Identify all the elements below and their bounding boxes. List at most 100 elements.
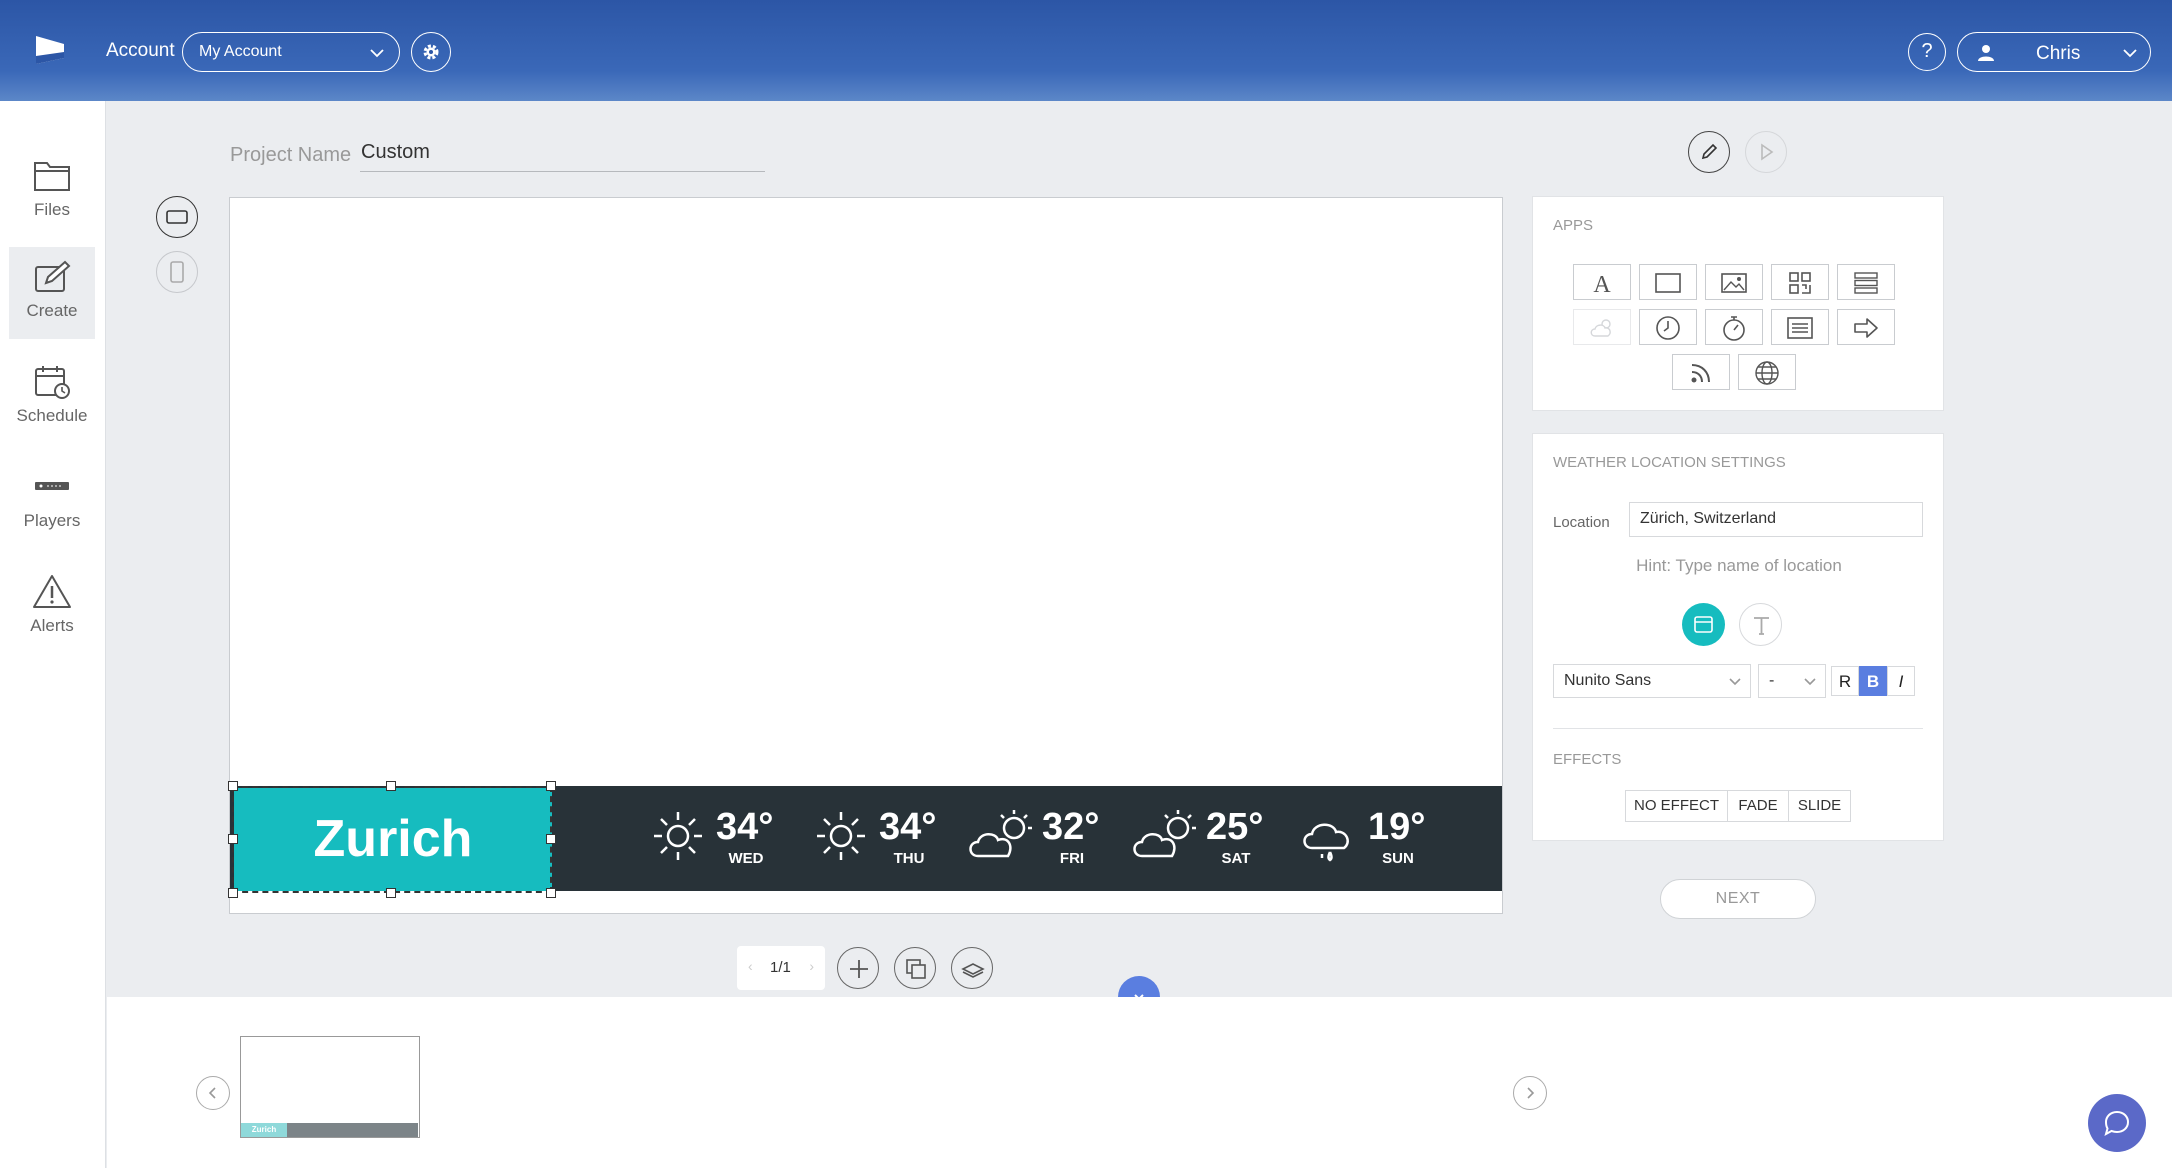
- forecast-day-name: THU: [893, 850, 925, 867]
- sun-icon: [817, 812, 865, 860]
- page-thumbnail[interactable]: Zurich: [240, 1036, 420, 1138]
- sidebar-item-files[interactable]: Files: [9, 146, 95, 238]
- chevron-left-icon: [208, 1087, 216, 1099]
- app-list-button[interactable]: [1837, 264, 1895, 300]
- qr-code-icon: [1789, 272, 1811, 294]
- edit-mode-button[interactable]: [1688, 131, 1730, 173]
- weather-settings-panel: WEATHER LOCATION SETTINGS Location Züric…: [1532, 433, 1944, 841]
- app-weather-button[interactable]: [1573, 309, 1631, 345]
- forecast-day-name: WED: [728, 850, 764, 867]
- forecast-day: 19° SUN: [1300, 798, 1440, 878]
- duplicate-page-button[interactable]: [894, 947, 936, 989]
- forecast-temp: 32°: [1042, 806, 1100, 848]
- app-text-button[interactable]: A: [1573, 264, 1631, 300]
- globe-icon: [1755, 361, 1779, 385]
- forecast-temp: 34°: [879, 806, 937, 848]
- location-hint: Hint: Type name of location: [1636, 556, 1842, 575]
- project-name-input[interactable]: Custom: [360, 141, 765, 172]
- style-icon-button[interactable]: [1682, 603, 1725, 646]
- top-bar: Account My Account ? Chris: [0, 0, 2172, 101]
- resize-handle[interactable]: [546, 781, 556, 791]
- logo-icon[interactable]: [30, 30, 70, 70]
- strip-prev-button[interactable]: [196, 1076, 230, 1110]
- forecast-temp: 19°: [1368, 806, 1426, 848]
- strip-next-button[interactable]: [1513, 1076, 1547, 1110]
- weather-icon: [1590, 319, 1611, 337]
- bold-button[interactable]: B: [1859, 666, 1887, 696]
- layers-button[interactable]: [951, 947, 993, 989]
- italic-button[interactable]: I: [1887, 666, 1915, 696]
- resize-handle[interactable]: [228, 888, 238, 898]
- folder-icon: [34, 162, 70, 191]
- sidebar: Files Create Schedule Players Alerts: [0, 101, 106, 1168]
- help-button[interactable]: ?: [1908, 33, 1946, 71]
- location-label: Location: [1553, 514, 1610, 531]
- landscape-button[interactable]: [156, 196, 198, 238]
- chat-button[interactable]: [2088, 1094, 2146, 1152]
- player-icon: [35, 482, 69, 490]
- page-number: 1/1: [770, 959, 791, 976]
- sidebar-item-players[interactable]: Players: [9, 457, 95, 549]
- sidebar-item-create[interactable]: Create: [9, 247, 95, 339]
- partly-cloudy-icon: [1133, 810, 1196, 858]
- arrow-right-icon: [1854, 318, 1878, 338]
- user-menu[interactable]: Chris: [1957, 32, 2151, 72]
- effect-slide-button[interactable]: SLIDE: [1788, 790, 1851, 822]
- sidebar-item-schedule[interactable]: Schedule: [9, 352, 95, 444]
- effects-title: EFFECTS: [1553, 751, 1622, 768]
- plus-icon: [850, 960, 868, 978]
- next-page-button[interactable]: ›: [809, 958, 814, 974]
- font-family-select[interactable]: Nunito Sans: [1553, 664, 1751, 698]
- text-style-icon: [1754, 617, 1769, 635]
- text-block-icon: [1787, 317, 1813, 339]
- thumbnail-city: Zurich: [241, 1123, 287, 1137]
- sidebar-item-label: Alerts: [30, 616, 74, 635]
- app-clock-button[interactable]: [1639, 309, 1697, 345]
- apps-panel: APPS A: [1532, 196, 1944, 411]
- app-image-button[interactable]: [1705, 264, 1763, 300]
- chevron-down-icon: [369, 45, 385, 61]
- rss-icon: [1691, 364, 1710, 383]
- location-input[interactable]: Zürich, Switzerland: [1629, 502, 1923, 537]
- account-select[interactable]: My Account: [182, 32, 400, 72]
- text-icon: A: [1593, 272, 1611, 296]
- resize-handle[interactable]: [386, 781, 396, 791]
- portrait-icon: [170, 261, 184, 283]
- resize-handle[interactable]: [228, 834, 238, 844]
- forecast-temp: 25°: [1206, 806, 1264, 848]
- design-canvas[interactable]: Zurich 34° WED 34° THU 32° FRI 25° SAT 1…: [228, 197, 1503, 914]
- effect-fade-button[interactable]: FADE: [1727, 790, 1789, 822]
- style-text-button[interactable]: [1739, 603, 1782, 646]
- preview-button[interactable]: [1745, 131, 1787, 173]
- sidebar-item-label: Files: [34, 200, 70, 219]
- regular-button[interactable]: R: [1831, 666, 1859, 696]
- resize-handle[interactable]: [228, 781, 238, 791]
- app-web-button[interactable]: [1738, 354, 1796, 390]
- effect-none-button[interactable]: NO EFFECT: [1625, 790, 1728, 822]
- settings-button[interactable]: [411, 32, 451, 72]
- add-page-button[interactable]: [837, 947, 879, 989]
- partly-cloudy-icon: [969, 810, 1032, 858]
- account-select-value: My Account: [199, 43, 282, 60]
- chat-icon: [2104, 1110, 2130, 1137]
- sidebar-item-alerts[interactable]: Alerts: [9, 562, 95, 654]
- app-qrcode-button[interactable]: [1771, 264, 1829, 300]
- project-name-label: Project Name: [230, 144, 352, 166]
- font-size-select[interactable]: -: [1758, 664, 1826, 698]
- app-shape-button[interactable]: [1639, 264, 1697, 300]
- app-rss-button[interactable]: [1672, 354, 1730, 390]
- portrait-button[interactable]: [156, 251, 198, 293]
- sun-icon: [654, 812, 702, 860]
- divider: [1553, 728, 1923, 729]
- resize-handle[interactable]: [546, 834, 556, 844]
- prev-page-button[interactable]: ‹: [748, 958, 753, 974]
- next-button[interactable]: NEXT: [1660, 879, 1816, 919]
- chevron-right-icon: [1527, 1087, 1535, 1099]
- resize-handle[interactable]: [386, 888, 396, 898]
- resize-handle[interactable]: [546, 888, 556, 898]
- forecast-day: 32° FRI: [964, 798, 1114, 878]
- app-countdown-button[interactable]: [1705, 309, 1763, 345]
- app-link-button[interactable]: [1837, 309, 1895, 345]
- weather-style-icon: [1694, 616, 1713, 633]
- app-ticker-button[interactable]: [1771, 309, 1829, 345]
